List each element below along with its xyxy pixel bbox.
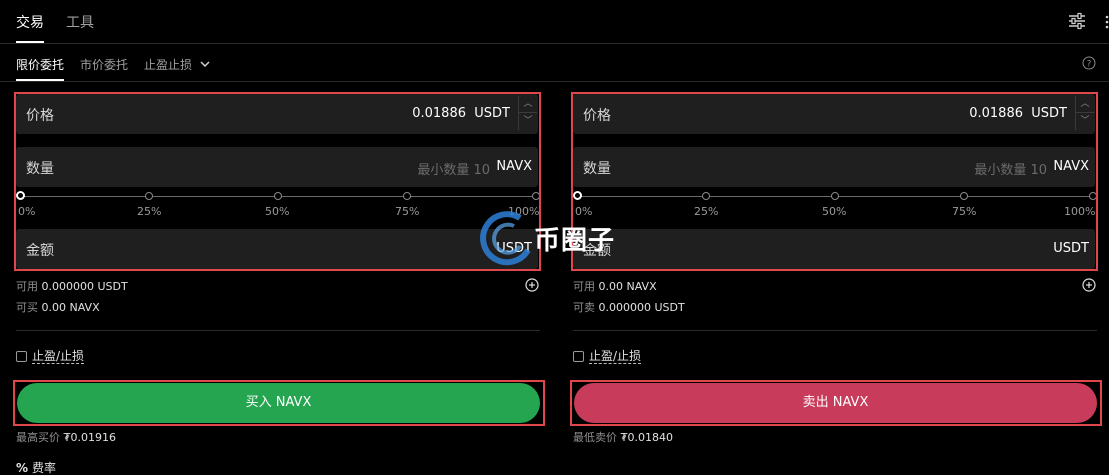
top-tab-bar: 交易 工具 bbox=[0, 0, 1109, 44]
chevron-down-icon[interactable] bbox=[200, 60, 210, 68]
watermark-swirl-icon bbox=[480, 211, 531, 266]
divider bbox=[16, 330, 540, 331]
tab-limit-order[interactable]: 限价委托 bbox=[16, 56, 64, 73]
buy-input-highlight bbox=[14, 92, 541, 271]
divider bbox=[573, 330, 1097, 331]
sell-available-value: 0.00 NAVX bbox=[598, 280, 657, 293]
buy-best-price: 最高买价 ₮0.01916 bbox=[16, 429, 116, 445]
buy-tpsl-checkbox[interactable] bbox=[16, 351, 27, 362]
buy-tpsl-label[interactable]: 止盈/止损 bbox=[32, 349, 85, 364]
tab-tools[interactable]: 工具 bbox=[66, 12, 94, 32]
tab-market-order[interactable]: 市价委托 bbox=[80, 56, 128, 73]
active-tab-indicator bbox=[16, 41, 44, 43]
buy-available-value: 0.000000 USDT bbox=[41, 280, 128, 293]
percent-icon: % bbox=[16, 461, 29, 475]
buy-best-price-value: ₮0.01916 bbox=[63, 431, 117, 444]
sell-button-highlight bbox=[570, 380, 1102, 426]
tab-tp-sl[interactable]: 止盈止损 bbox=[144, 56, 192, 73]
fee-rate[interactable]: % 费率 bbox=[16, 459, 56, 475]
sell-tpsl-label[interactable]: 止盈/止损 bbox=[589, 349, 642, 364]
sell-tpsl-checkbox[interactable] bbox=[573, 351, 584, 362]
buy-button-highlight bbox=[13, 380, 545, 426]
buy-best-price-label: 最高买价 bbox=[16, 431, 60, 444]
fee-rate-label: 费率 bbox=[32, 461, 57, 475]
watermark-text: 币圈子 bbox=[534, 226, 616, 256]
sell-max-value: 0.000000 USDT bbox=[598, 301, 685, 314]
sell-available-label: 可用 bbox=[573, 280, 595, 293]
plus-circle-icon[interactable] bbox=[1082, 278, 1096, 292]
sell-best-price-label: 最低卖价 bbox=[573, 431, 617, 444]
buy-max-value: 0.00 NAVX bbox=[41, 301, 100, 314]
settings-sliders-icon[interactable] bbox=[1066, 11, 1088, 31]
buy-max: 可买 0.00 NAVX bbox=[16, 299, 100, 315]
svg-text:?: ? bbox=[1087, 60, 1092, 70]
buy-available-label: 可用 bbox=[16, 280, 38, 293]
sell-best-price-value: ₮0.01840 bbox=[620, 431, 674, 444]
sell-max: 可卖 0.000000 USDT bbox=[573, 299, 685, 315]
order-type-tabs: 限价委托 市价委托 止盈止损 ? bbox=[0, 44, 1109, 82]
sell-max-label: 可卖 bbox=[573, 301, 595, 314]
sell-best-price: 最低卖价 ₮0.01840 bbox=[573, 429, 673, 445]
help-icon[interactable]: ? bbox=[1082, 56, 1096, 70]
tab-trade[interactable]: 交易 bbox=[16, 12, 44, 32]
watermark-logo: 币圈子 bbox=[478, 206, 638, 270]
buy-available: 可用 0.000000 USDT bbox=[16, 278, 128, 294]
plus-circle-icon[interactable] bbox=[525, 278, 539, 292]
sell-input-highlight bbox=[571, 92, 1098, 271]
sell-available: 可用 0.00 NAVX bbox=[573, 278, 657, 294]
active-order-tab-indicator bbox=[16, 79, 64, 81]
buy-max-label: 可买 bbox=[16, 301, 38, 314]
more-icon[interactable] bbox=[1101, 13, 1109, 31]
